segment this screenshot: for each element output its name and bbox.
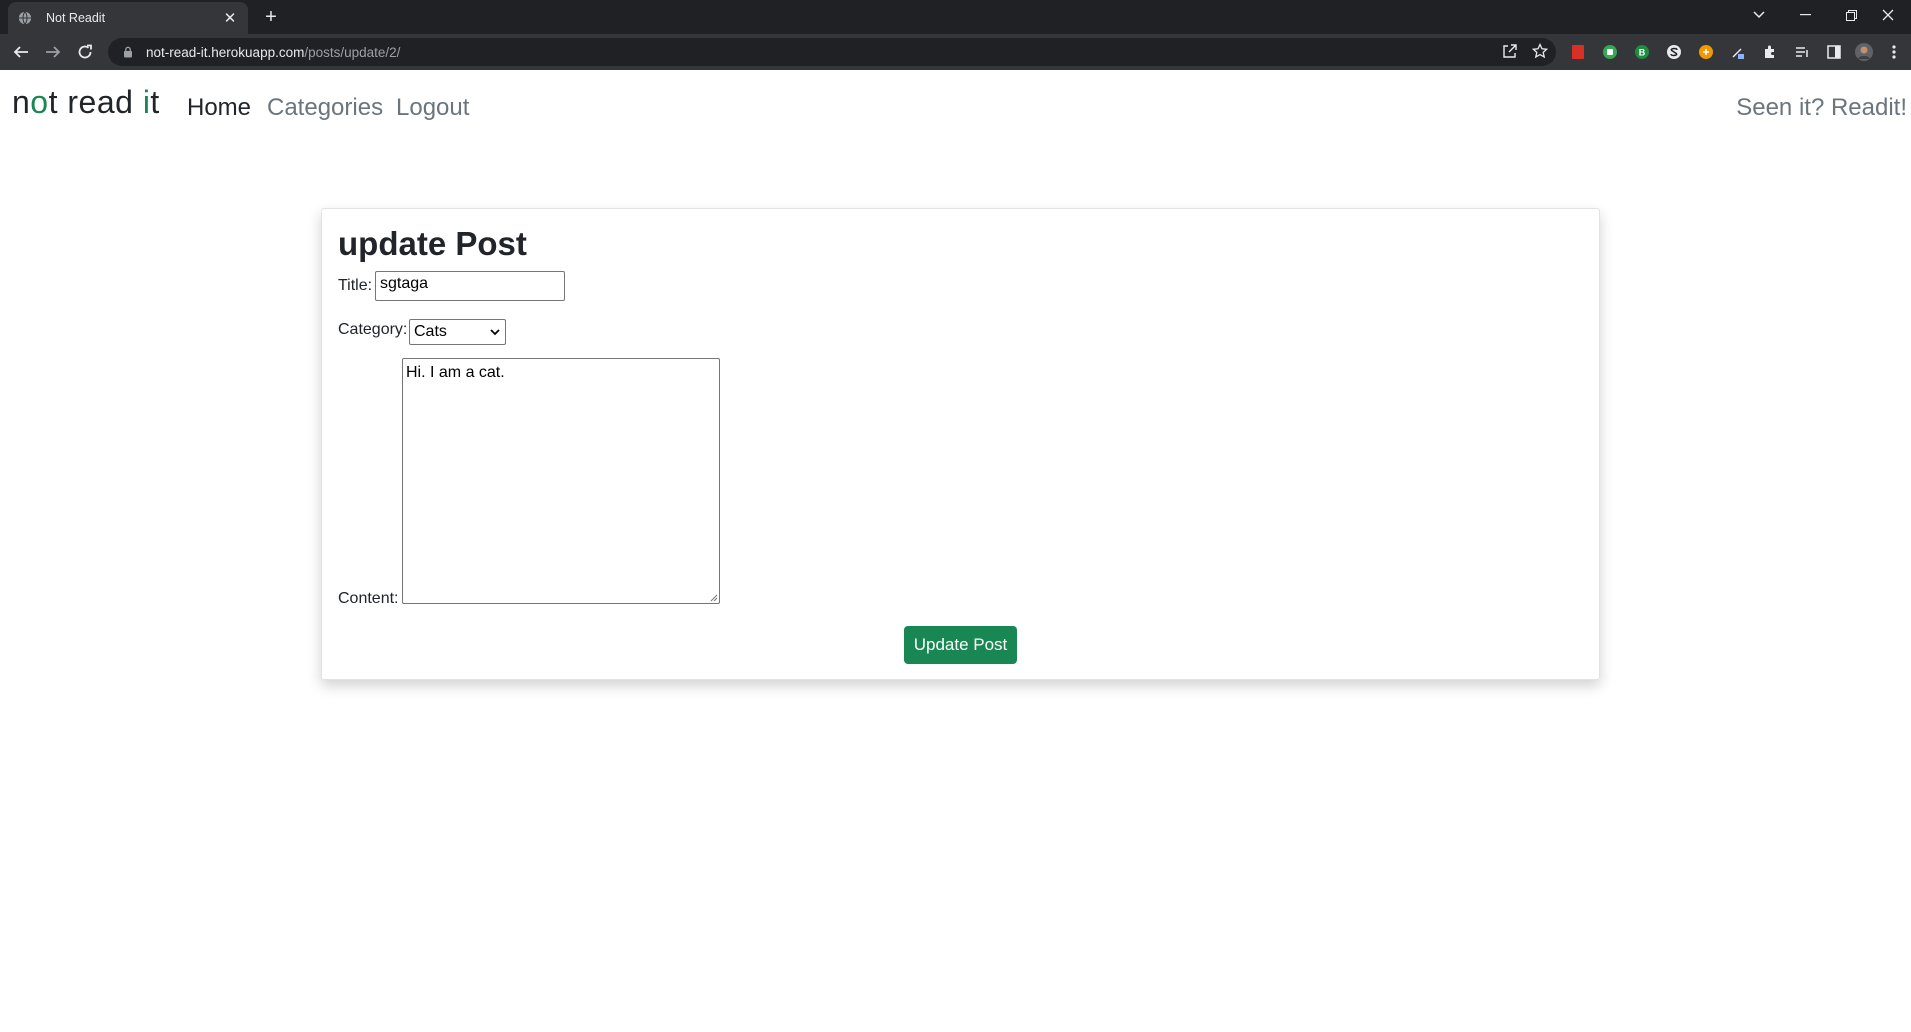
extension-orange-icon[interactable] — [1696, 42, 1716, 62]
close-tab-icon[interactable]: ✕ — [222, 10, 238, 27]
site-slogan: Seen it? Readit! — [1736, 94, 1907, 121]
update-post-button[interactable]: Update Post — [904, 626, 1017, 664]
category-label: Category: — [338, 321, 408, 338]
url-host: not-read-it.herokuapp.com — [146, 44, 305, 60]
tab-title: Not Readit — [46, 11, 106, 25]
new-tab-icon[interactable]: + — [260, 6, 282, 28]
globe-icon — [18, 11, 32, 25]
nav-logout-link[interactable]: Logout — [396, 94, 469, 122]
content-label: Content: — [338, 590, 399, 607]
reload-icon[interactable] — [74, 41, 96, 63]
browser-tab[interactable]: Not Readit ✕ — [8, 2, 248, 34]
chevron-down-icon — [490, 329, 500, 336]
tab-search-icon[interactable] — [1736, 0, 1782, 30]
extension-green-toggle-icon[interactable] — [1600, 42, 1620, 62]
brand-logo[interactable]: not read it — [12, 84, 160, 121]
extension-s-icon[interactable] — [1664, 42, 1684, 62]
site-navbar: not read it Home Categories Logout Seen … — [0, 70, 1911, 148]
browser-toolbar: not-read-it.herokuapp.com /posts/update/… — [0, 34, 1911, 70]
side-panel-icon[interactable] — [1824, 42, 1844, 62]
category-selected-value: Cats — [414, 323, 447, 340]
profile-avatar-icon[interactable] — [1854, 42, 1874, 62]
back-arrow-icon[interactable] — [10, 41, 32, 63]
extension-pencil-icon[interactable] — [1728, 42, 1748, 62]
nav-home-link[interactable]: Home — [187, 94, 251, 122]
share-icon[interactable] — [1502, 43, 1518, 64]
extensions-puzzle-icon[interactable] — [1760, 42, 1780, 62]
category-select[interactable]: Cats — [409, 319, 506, 345]
update-post-card: update Post Title: sgtaga Category: Cats… — [321, 208, 1600, 680]
bookmark-star-icon[interactable] — [1531, 42, 1549, 64]
resize-grip-icon[interactable] — [708, 592, 718, 602]
lock-icon — [124, 46, 132, 58]
nav-categories-link[interactable]: Categories — [267, 94, 383, 122]
url-path: /posts/update/2/ — [304, 44, 401, 60]
browser-tab-strip: Not Readit ✕ + — [0, 0, 1911, 34]
title-input[interactable]: sgtaga — [375, 271, 565, 301]
svg-text:B: B — [1639, 48, 1646, 58]
chrome-menu-icon[interactable] — [1884, 42, 1904, 62]
page-title: update Post — [338, 225, 527, 262]
minimize-icon[interactable] — [1782, 0, 1828, 30]
title-label: Title: — [338, 277, 373, 294]
forward-arrow-icon[interactable] — [42, 41, 64, 63]
reading-list-icon[interactable] — [1792, 42, 1812, 62]
extension-b-icon[interactable]: B — [1632, 42, 1652, 62]
address-bar[interactable]: not-read-it.herokuapp.com /posts/update/… — [108, 38, 1556, 66]
content-textarea[interactable]: Hi. I am a cat. — [402, 358, 720, 604]
close-window-icon[interactable] — [1865, 0, 1911, 30]
extension-red-icon[interactable] — [1568, 42, 1588, 62]
content-text: Hi. I am a cat. — [406, 364, 505, 381]
